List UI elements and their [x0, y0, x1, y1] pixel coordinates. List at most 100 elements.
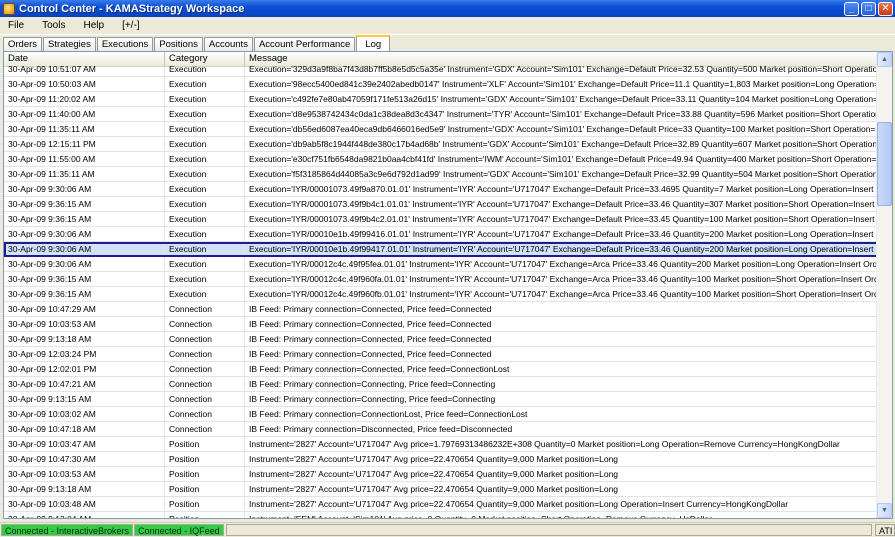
close-button[interactable]: ✕	[878, 1, 893, 16]
cell-category: Execution	[165, 122, 245, 136]
table-row[interactable]: 30-Apr-09 9:36:15 AM Execution Execution='…	[4, 287, 878, 302]
column-header-category[interactable]: Category	[165, 52, 245, 66]
cell-date: 30-Apr-09 11:20:02 AM	[4, 92, 165, 106]
cell-message: Execution='db56ed6087ea40eca9db6466016ed…	[245, 122, 878, 136]
tab-accounts[interactable]: Accounts	[203, 37, 253, 51]
cell-category: Position	[165, 482, 245, 496]
menu-help[interactable]: Help	[74, 20, 113, 31]
cell-message: Execution='c492fe7e80ab47059f171fe513a26…	[245, 92, 878, 106]
minimize-button[interactable]: _	[844, 1, 859, 16]
cell-category: Connection	[165, 317, 245, 331]
table-row[interactable]: 30-Apr-09 10:47:18 AM Connection IB Feed: …	[4, 422, 878, 437]
cell-category: Position	[165, 512, 245, 518]
menu-toggle[interactable]: [+/-]	[113, 20, 149, 31]
cell-message: IB Feed: Primary connection=Connected, P…	[245, 347, 878, 361]
table-row[interactable]: 30-Apr-09 10:03:53 AM Connection IB Feed: …	[4, 317, 878, 332]
table-row[interactable]: 30-Apr-09 10:47:21 AM Connection IB Feed: …	[4, 377, 878, 392]
tab-strategies[interactable]: Strategies	[43, 37, 96, 51]
cell-message: Instrument='2827' Account='U717047' Avg …	[245, 497, 878, 511]
cell-message: Execution='IYR/00012c4c.49f960fa.01.01' …	[245, 272, 878, 286]
cell-category: Connection	[165, 332, 245, 346]
table-row[interactable]: 30-Apr-09 9:36:15 AM Execution Execution='…	[4, 272, 878, 287]
table-row[interactable]: 30-Apr-09 10:47:30 AM Position Instrument=…	[4, 452, 878, 467]
table-row[interactable]: 30-Apr-09 11:35:11 AM Execution Execution=…	[4, 122, 878, 137]
table-row[interactable]: 30-Apr-09 10:03:48 AM Position Instrument=…	[4, 497, 878, 512]
table-row[interactable]: 30-Apr-09 12:15:11 PM Execution Execution=…	[4, 137, 878, 152]
table-row[interactable]: 30-Apr-09 9:30:06 AM Execution Execution='…	[4, 227, 878, 242]
cell-category: Connection	[165, 407, 245, 421]
scroll-thumb[interactable]	[877, 122, 892, 206]
maximize-button[interactable]: □	[861, 1, 876, 16]
cell-message: IB Feed: Primary connection=Connecting, …	[245, 392, 878, 406]
cell-category: Execution	[165, 92, 245, 106]
table-row[interactable]: 30-Apr-09 9:13:18 AM Position Instrument='…	[4, 482, 878, 497]
cell-date: 30-Apr-09 11:35:11 AM	[4, 167, 165, 181]
table-row[interactable]: 30-Apr-09 12:02:01 PM Connection IB Feed: …	[4, 362, 878, 377]
status-iqfeed: Connected - IQFeed	[134, 524, 224, 536]
cell-category: Connection	[165, 377, 245, 391]
cell-message: Execution='f5f3185864d44085a3c9e6d792d1a…	[245, 167, 878, 181]
table-row[interactable]: 30-Apr-09 9:30:06 AM Execution Execution='…	[4, 182, 878, 197]
tab-executions[interactable]: Executions	[96, 37, 154, 51]
column-header-message[interactable]: Message	[245, 52, 878, 66]
table-row[interactable]: 30-Apr-09 10:03:47 AM Position Instrument=…	[4, 437, 878, 452]
grid-header: Date Category Message	[4, 52, 878, 67]
scroll-up-icon[interactable]: ▲	[877, 52, 892, 67]
tab-orders[interactable]: Orders	[3, 37, 43, 51]
cell-message: IB Feed: Primary connection=Connected, P…	[245, 332, 878, 346]
cell-date: 30-Apr-09 10:51:07 AM	[4, 66, 165, 76]
table-row[interactable]: 30-Apr-09 10:03:02 AM Connection IB Feed: …	[4, 407, 878, 422]
cell-category: Execution	[165, 152, 245, 166]
table-row[interactable]: 30-Apr-09 9:36:15 AM Execution Execution='…	[4, 197, 878, 212]
table-row[interactable]: 30-Apr-09 10:50:03 AM Execution Execution=…	[4, 77, 878, 92]
table-row[interactable]: 30-Apr-09 9:13:18 AM Connection IB Feed: P…	[4, 332, 878, 347]
cell-category: Connection	[165, 302, 245, 316]
cell-category: Execution	[165, 182, 245, 196]
cell-message: IB Feed: Primary connection=Disconnected…	[245, 422, 878, 436]
menu-file[interactable]: File	[0, 20, 33, 31]
tab-log[interactable]: Log	[356, 35, 391, 51]
table-row[interactable]: 30-Apr-09 9:13:04 AMPositionInstrument='…	[4, 512, 878, 518]
cell-date: 30-Apr-09 10:03:47 AM	[4, 437, 165, 451]
vertical-scrollbar[interactable]: ▲ ▼	[876, 52, 892, 518]
status-interactivebrokers: Connected - InteractiveBrokers	[1, 524, 134, 536]
cell-message: Execution='IYR/00012c4c.49f95fea.01.01' …	[245, 257, 878, 271]
app-icon	[3, 2, 15, 15]
cell-message: IB Feed: Primary connection=Connected, P…	[245, 317, 878, 331]
scroll-down-icon[interactable]: ▼	[877, 503, 892, 518]
cell-date: 30-Apr-09 12:15:11 PM	[4, 137, 165, 151]
table-row[interactable]: 30-Apr-09 11:20:02 AM Execution Execution=…	[4, 92, 878, 107]
cell-date: 30-Apr-09 9:30:06 AM	[4, 257, 165, 271]
cell-date: 30-Apr-09 10:03:48 AM	[4, 497, 165, 511]
cell-category: Connection	[165, 362, 245, 376]
tab-positions[interactable]: Positions	[154, 37, 203, 51]
cell-date: 30-Apr-09 10:03:53 AM	[4, 317, 165, 331]
cell-category: Execution	[165, 257, 245, 271]
table-row[interactable]: 30-Apr-09 12:03:24 PM Connection IB Feed: …	[4, 347, 878, 362]
table-row[interactable]: 30-Apr-09 10:51:07 AM Execution Execution=…	[4, 66, 878, 77]
cell-category: Execution	[165, 242, 245, 256]
table-row[interactable]: 30-Apr-09 9:30:06 AM Execution Execution='…	[4, 257, 878, 272]
column-header-date[interactable]: Date	[4, 52, 165, 66]
cell-category: Execution	[165, 107, 245, 121]
cell-message: Execution='IYR/00001073.49f9a870.01.01' …	[245, 182, 878, 196]
table-row[interactable]: 30-Apr-09 11:35:11 AM Execution Execution=…	[4, 167, 878, 182]
cell-message: Execution='IYR/00001073.49f9b4c2.01.01' …	[245, 212, 878, 226]
menu-tools[interactable]: Tools	[33, 20, 74, 31]
cell-date: 30-Apr-09 9:13:15 AM	[4, 392, 165, 406]
table-row[interactable]: 30-Apr-09 10:03:53 AM Position Instrument=…	[4, 467, 878, 482]
cell-category: Position	[165, 452, 245, 466]
tab-bar: Orders Strategies Executions Positions A…	[0, 35, 895, 51]
tab-account-performance[interactable]: Account Performance	[253, 37, 356, 51]
cell-date: 30-Apr-09 9:13:18 AM	[4, 332, 165, 346]
cell-message: Execution='IYR/00001073.49f9b4c1.01.01' …	[245, 197, 878, 211]
cell-category: Execution	[165, 137, 245, 151]
table-row[interactable]: 30-Apr-09 11:40:00 AM Execution Execution=…	[4, 107, 878, 122]
cell-category: Execution	[165, 272, 245, 286]
table-row[interactable]: 30-Apr-09 9:36:15 AM Execution Execution='…	[4, 212, 878, 227]
table-row[interactable]: 30-Apr-09 9:13:15 AM Connection IB Feed: P…	[4, 392, 878, 407]
table-row[interactable]: 30-Apr-09 10:47:29 AM Connection IB Feed: …	[4, 302, 878, 317]
cell-date: 30-Apr-09 10:03:53 AM	[4, 467, 165, 481]
table-row[interactable]: 30-Apr-09 11:55:00 AM Execution Execution=…	[4, 152, 878, 167]
table-row[interactable]: 30-Apr-09 9:30:06 AM Execution Execution='…	[4, 242, 878, 257]
